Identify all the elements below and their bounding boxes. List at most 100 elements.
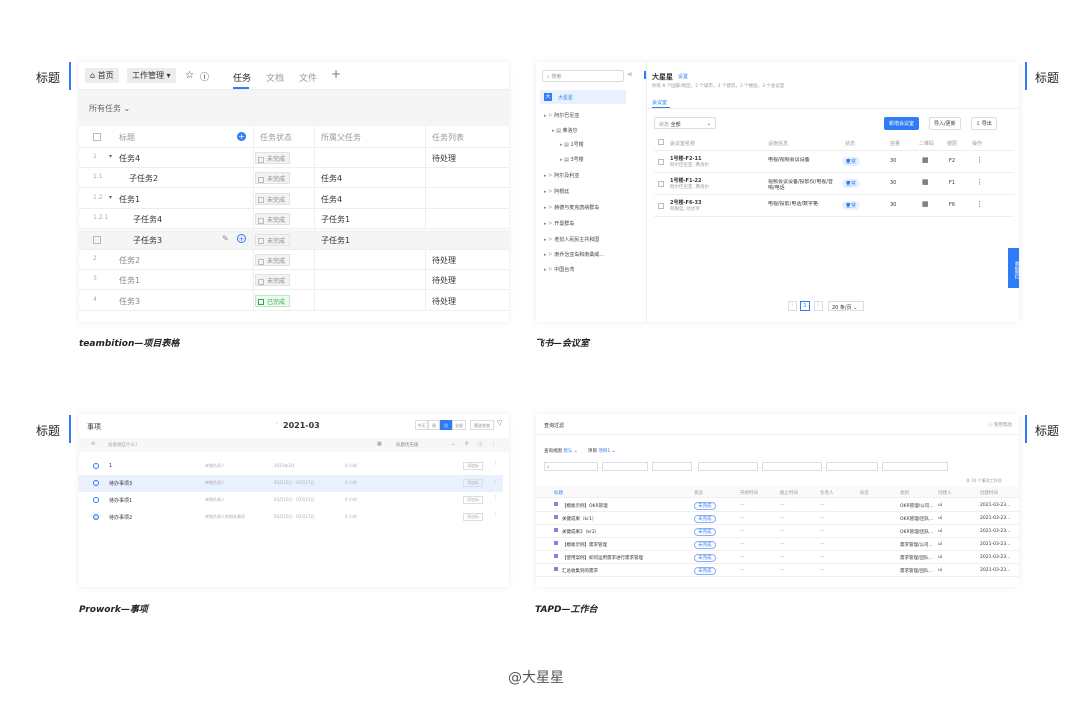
list-item[interactable]: 待办事项2 单独负责人的相关事项 03月15日 - 03月17日 0 小时 添加标 ⋮ — [79, 509, 503, 526]
view-select[interactable]: 查询视图 默认 ⌄ — [544, 448, 578, 454]
edit-icon[interactable]: ✎ — [222, 234, 229, 243]
filter-icon[interactable]: ▽ — [497, 419, 502, 427]
search-input[interactable]: ⌕ 搜索 — [542, 70, 624, 82]
status-badge[interactable]: 未完成 — [255, 233, 291, 246]
table-row[interactable]: 【模板示例】OKR管理 未完成 — — — OKR管理/公司... ui 2021-03-23… — [536, 499, 1019, 512]
project-select[interactable]: 项目 项目1 ⌄ — [588, 448, 616, 454]
filter-end-date[interactable] — [762, 462, 822, 471]
more-icon[interactable]: ⋮ — [493, 495, 498, 501]
info-icon[interactable]: ⓘ — [478, 441, 483, 448]
table-row[interactable]: 1.2.1 子任务4 未完成 子任务1 — [79, 209, 509, 230]
info-icon[interactable]: ⓘ — [200, 70, 209, 83]
settings-link[interactable]: 设置 — [678, 73, 688, 80]
complete-toggle-icon[interactable] — [93, 514, 99, 520]
filter-dropdown[interactable]: 所有任务 ⌄ — [89, 103, 130, 114]
row-checkbox[interactable] — [93, 235, 101, 244]
item-title[interactable]: 待办事项2 — [109, 514, 132, 521]
more-icon[interactable]: ⋮ — [493, 478, 498, 484]
filter-creator[interactable] — [826, 462, 878, 471]
tree-item[interactable]: ▸ ⚐ 阿尔巴尼亚 — [544, 112, 579, 119]
table-row[interactable]: 子任务3 ✎ + 未完成 子任务1 — [79, 229, 509, 250]
task-title[interactable]: 子任务4 — [133, 214, 162, 225]
item-title[interactable]: 【使用案例】如何运用需求进行需求管理 — [562, 555, 643, 561]
add-subtask-icon[interactable]: + — [237, 233, 246, 243]
search-filter[interactable]: ⌕ — [544, 462, 598, 471]
filter-start-date[interactable] — [698, 462, 758, 471]
prev-month-icon[interactable]: ‹ — [276, 421, 278, 427]
tree-item[interactable]: ▸ ⚐ 阿根廷 — [544, 188, 569, 195]
add-tab-icon[interactable]: + — [331, 67, 341, 81]
next-page-button[interactable]: › — [814, 301, 823, 311]
tree-root[interactable]: 大 大星星 — [540, 90, 626, 104]
task-title[interactable]: 子任务3 — [133, 235, 162, 246]
room-name[interactable]: 2号楼-F6-33 — [670, 199, 701, 206]
view-week[interactable]: 周 — [428, 420, 440, 430]
calendar-icon[interactable]: ▦ — [377, 441, 382, 447]
tree-item[interactable]: ▸ ⚐ 中国台湾 — [544, 266, 574, 273]
table-row[interactable]: 1号楼-F2-11 阿尔巴尼亚, 弗洛尔 电视/视频会议设备 ● 正常 30 ▦ F2 ⋮ — [654, 151, 1014, 173]
status-badge[interactable]: 未完成 — [255, 152, 291, 164]
row-checkbox[interactable] — [658, 159, 664, 165]
task-title[interactable]: 子任务2 — [129, 173, 158, 184]
table-row[interactable]: 1 ▾ 任务4 未完成 待处理 — [79, 148, 509, 168]
view-today[interactable]: 今天 — [415, 420, 428, 430]
status-badge[interactable]: 未完成 — [255, 213, 291, 226]
table-row[interactable]: 4 任务3 已完成 待处理 — [79, 291, 509, 311]
add-tag-button[interactable]: 添加标 — [463, 513, 483, 521]
select-all-checkbox[interactable] — [658, 139, 664, 145]
export-button[interactable]: ⇩ 导出 — [971, 117, 997, 130]
task-title[interactable]: 任务1 — [119, 194, 140, 205]
prev-page-button[interactable]: ‹ — [788, 301, 797, 311]
item-title[interactable]: 1 — [109, 463, 112, 469]
expand-caret-icon[interactable]: ▾ — [109, 194, 112, 201]
item-title[interactable]: 待办事项1 — [109, 497, 132, 504]
complete-toggle-icon[interactable] — [93, 497, 99, 503]
collapse-icon[interactable]: ⊲ — [627, 71, 632, 78]
tree-item[interactable]: ▸ ▤ 1号楼 — [560, 141, 584, 148]
tree-item[interactable]: ▸ ▤ 弗洛尔 — [552, 127, 577, 134]
item-title[interactable]: 【模板示例】OKR管理 — [562, 503, 608, 509]
room-name[interactable]: 1号楼-F2-11 — [670, 155, 701, 162]
expand-caret-icon[interactable]: ▾ — [109, 153, 112, 160]
status-badge[interactable]: 未完成 — [255, 172, 291, 185]
view-month[interactable]: 月 — [440, 420, 452, 430]
link-icon[interactable]: ⚲ — [465, 441, 469, 447]
work-management-dropdown[interactable]: 工作管理 ▾ — [127, 68, 176, 83]
new-room-button[interactable]: 新增会议室 — [884, 117, 920, 130]
task-title[interactable]: 任务3 — [119, 296, 140, 307]
next-month-icon[interactable]: › — [311, 421, 313, 427]
import-button[interactable]: 导入/更新 — [929, 117, 961, 130]
quick-add-input[interactable]: 准备做些什么? — [108, 442, 137, 448]
status-badge[interactable]: 已完成 — [255, 294, 291, 307]
item-title[interactable]: 关键成果（kr1） — [562, 516, 596, 522]
complete-toggle-icon[interactable] — [93, 463, 99, 469]
add-tag-button[interactable]: 添加标 — [463, 479, 483, 487]
more-icon[interactable]: ⋮ — [493, 512, 498, 518]
table-row[interactable]: 汇总收集到的需求 未完成 — — — 需求管理/团队... ui 2021-03-23... — [536, 564, 1019, 577]
table-row[interactable]: 【使用案例】如何运用需求进行需求管理 未完成 — — — 需求管理/团队... ui 2021… — [536, 551, 1019, 564]
item-title[interactable]: 【模板示例】需求管理 — [562, 542, 607, 548]
tab-task[interactable]: 任务 — [233, 71, 251, 84]
list-item[interactable]: 1 单独负责人 2021年3月 0 小时 添加标 ⋮ — [79, 458, 503, 475]
tree-item[interactable]: ▸ ▤ 3号楼 — [560, 156, 584, 163]
filter-status[interactable] — [652, 462, 692, 471]
status-badge[interactable]: 未完成 — [255, 192, 291, 205]
filter-created-date[interactable] — [882, 462, 948, 471]
list-item[interactable]: 待办事项1 单独负责人 03月15日 - 03月15日 0 小时 添加标 ⋮ — [79, 492, 503, 509]
select-all-checkbox[interactable] — [93, 133, 101, 141]
status-badge[interactable]: 未完成 — [255, 274, 291, 287]
table-row[interactable]: 2号楼-F6-33 阿根廷, 达达罗 电视/投影/电话/数字格 ● 正常 30 ▦ F6 ⋮ — [654, 195, 1014, 217]
table-row[interactable]: 1.1 子任务2 未完成 任务4 — [79, 168, 509, 189]
qrcode-icon[interactable]: ▦ — [922, 178, 929, 186]
filter-owner[interactable] — [602, 462, 648, 471]
table-row[interactable]: 关键成果2（kr2） 未完成 — — — OKR管理/团队... ui 2021-03-23.… — [536, 525, 1019, 538]
more-icon[interactable]: ⋮ — [976, 156, 983, 164]
task-title[interactable]: 任务2 — [119, 255, 140, 266]
table-row[interactable]: 1.2 ▾ 任务1 未完成 任务4 — [79, 189, 509, 209]
row-checkbox[interactable] — [658, 181, 664, 187]
task-title[interactable]: 任务4 — [119, 153, 140, 164]
tab-rooms[interactable]: 会议室 — [652, 99, 667, 106]
help-link[interactable]: ⓘ 使用帮助 — [988, 422, 1012, 428]
home-button[interactable]: ⌂ 首页 — [85, 68, 119, 83]
more-icon[interactable]: ⋮ — [493, 461, 498, 467]
